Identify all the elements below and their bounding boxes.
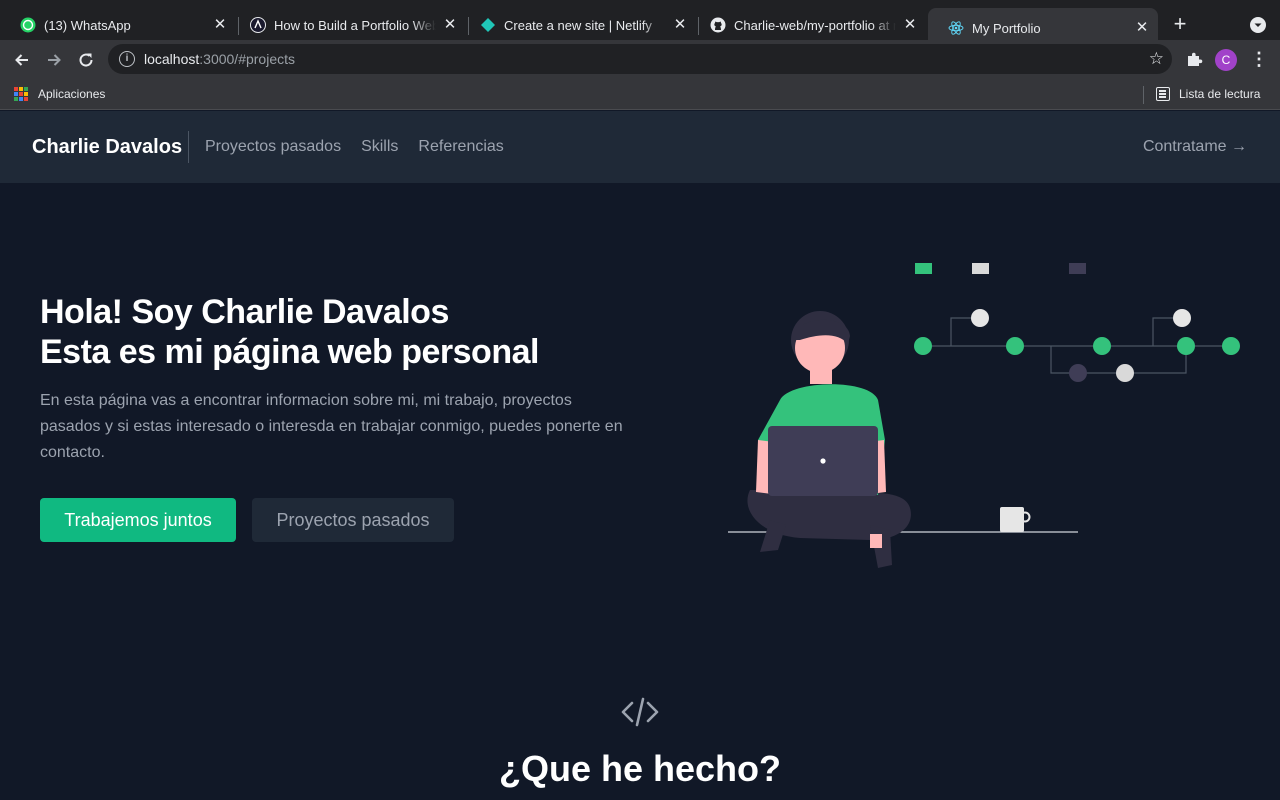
hero-description: En esta página vas a encontrar informaci… [40,392,623,461]
nav-link-references[interactable]: Referencias [418,138,503,156]
code-brackets-icon [620,696,660,728]
site-info-icon[interactable]: i [119,51,135,67]
astro-icon [250,17,266,33]
tab-title: (13) WhatsApp [44,17,131,33]
url-path: :3000/#projects [199,51,295,67]
tab-netlify[interactable]: Create a new site | Netlify ✕ [460,8,696,42]
hero-title: Hola! Soy Charlie Davalos Esta es mi pág… [40,292,539,372]
forward-arrow-icon[interactable] [42,48,66,72]
reading-list-label: Lista de lectura [1179,87,1261,101]
tab-title: Create a new site | Netlify [504,17,652,33]
reload-icon[interactable] [74,48,98,72]
new-tab-icon[interactable]: + [1168,13,1192,37]
brand-name[interactable]: Charlie Davalos [32,136,182,159]
tab-title: My Portfolio [972,20,1041,36]
more-vertical-icon[interactable]: ⋮ [1250,50,1268,70]
close-icon[interactable]: ✕ [902,17,918,33]
url-text: localhost:3000/#projects [144,51,295,67]
hero-title-line2: Esta es mi página web personal [40,333,539,371]
bookmarks-bar: Aplicaciones Lista de lectura [0,80,1280,110]
tab-title: Charlie-web/my-portfolio at main [734,17,896,33]
section-title: ¿Que he hecho? [498,748,782,789]
apps-bookmark[interactable]: Aplicaciones [38,87,105,101]
tab-title: How to Build a Portfolio Website [274,17,436,33]
profile-avatar[interactable]: C [1215,49,1237,71]
main-nav: Proyectos pasados Skills Referencias [205,138,504,156]
netlify-icon [480,17,496,33]
close-icon[interactable]: ✕ [1134,20,1150,36]
nav-divider [188,131,189,163]
extensions-puzzle-icon[interactable] [1184,50,1204,70]
bookmark-star-icon[interactable]: ☆ [1149,49,1164,69]
close-icon[interactable]: ✕ [672,17,688,33]
tab-search-icon[interactable] [1250,17,1266,33]
developer-illustration [728,263,1240,568]
close-icon[interactable]: ✕ [442,17,458,33]
tab-github[interactable]: Charlie-web/my-portfolio at main ✕ [690,8,926,42]
nav-link-skills[interactable]: Skills [361,138,398,156]
browser-toolbar: i localhost:3000/#projects ☆ C ⋮ [0,40,1280,80]
hire-me-link[interactable]: Contratame → [1143,138,1247,156]
reading-list-icon [1156,87,1170,101]
back-arrow-icon[interactable] [10,48,34,72]
apps-grid-icon[interactable] [14,87,28,101]
tab-whatsapp[interactable]: (13) WhatsApp ✕ [0,8,236,42]
nav-link-projects[interactable]: Proyectos pasados [205,138,341,156]
url-host: localhost [144,51,200,67]
close-icon[interactable]: ✕ [212,17,228,33]
address-bar[interactable]: i localhost:3000/#projects ☆ [108,44,1172,74]
react-icon [948,20,964,36]
reading-list-button[interactable]: Lista de lectura [1156,87,1260,101]
hero-title-line1: Hola! Soy Charlie Davalos [40,293,449,331]
past-projects-button[interactable]: Proyectos pasados [252,498,454,542]
bookmark-divider [1143,86,1144,104]
whatsapp-icon [20,17,36,33]
site-header: Charlie Davalos Proyectos pasados Skills… [0,111,1280,183]
work-together-button[interactable]: Trabajemos juntos [40,498,236,542]
github-icon [710,17,726,33]
tab-portfolio-article[interactable]: How to Build a Portfolio Website ✕ [230,8,466,42]
